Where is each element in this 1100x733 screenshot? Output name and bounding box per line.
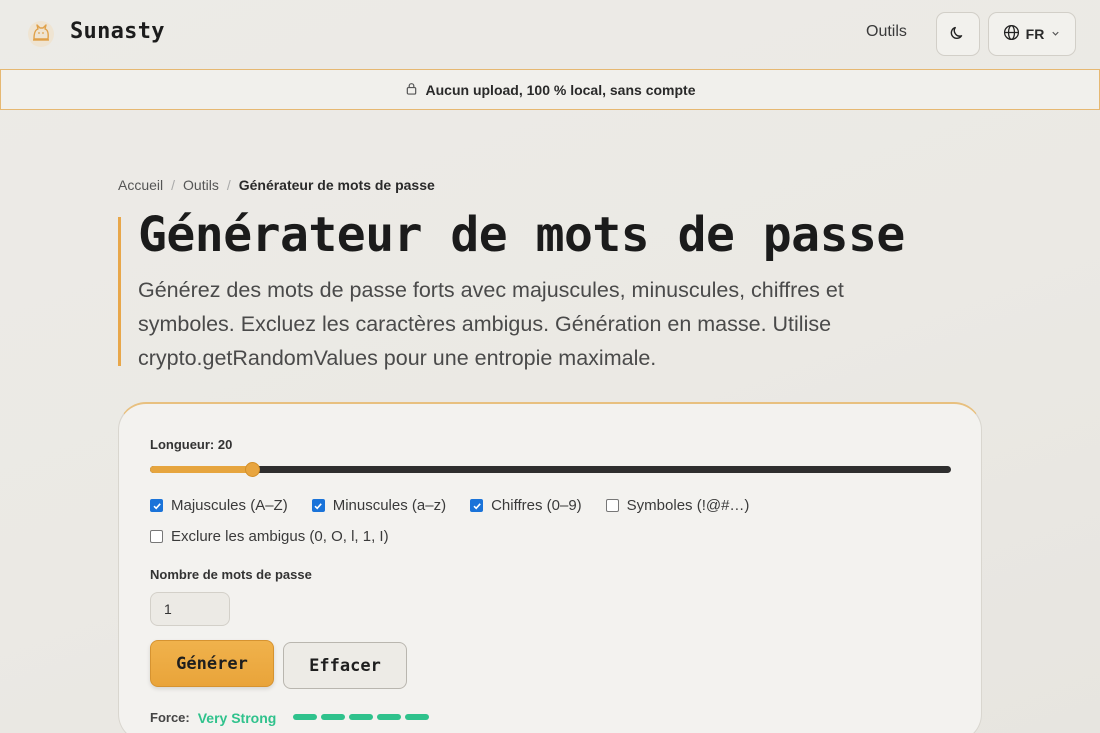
page-description: Générez des mots de passe forts avec maj… [138, 278, 844, 370]
breadcrumb-home[interactable]: Accueil [118, 177, 163, 193]
strength-bar [293, 714, 318, 720]
lock-icon [405, 82, 418, 98]
breadcrumb-current: Générateur de mots de passe [238, 177, 435, 193]
option-symbols[interactable]: Symboles (!@#…) [605, 497, 750, 514]
strength-value: Very Strong [197, 710, 277, 726]
site-header: Sunasty Outils FR [0, 0, 1100, 69]
count-input[interactable] [150, 592, 230, 626]
breadcrumb-separator: / [226, 177, 231, 193]
exclude-ambiguous-row: Exclure les ambigus (0, O, l, 1, I) [150, 528, 413, 545]
cat-logo-icon [24, 17, 58, 51]
clear-button[interactable]: Effacer [283, 642, 407, 689]
nav-link-tools[interactable]: Outils [866, 23, 907, 41]
breadcrumb: Accueil / Outils / Générateur de mots de… [118, 177, 435, 193]
option-lowercase-label: Minuscules (a–z) [332, 497, 447, 514]
language-label: FR [1025, 26, 1045, 42]
checkbox-lowercase[interactable] [311, 499, 325, 512]
hero-section: Générateur de mots de passe Générez des … [118, 211, 908, 370]
language-selector[interactable]: FR [988, 12, 1076, 56]
option-digits-label: Chiffres (0–9) [491, 497, 582, 514]
theme-toggle-button[interactable] [936, 12, 980, 56]
option-exclude-ambiguous-label: Exclure les ambigus (0, O, l, 1, I) [171, 528, 389, 545]
length-label: Longueur: 20 [150, 437, 233, 452]
banner-text: Aucun upload, 100 % local, sans compte [425, 81, 696, 98]
chevron-down-icon [1050, 26, 1061, 42]
strength-label: Force: [150, 709, 190, 725]
strength-bar [405, 714, 430, 720]
logo[interactable] [24, 17, 58, 51]
generate-button[interactable]: Générer [150, 640, 274, 687]
count-label: Nombre de mots de passe [150, 567, 312, 582]
option-uppercase-label: Majuscules (A–Z) [171, 497, 288, 514]
strength-bars [293, 714, 430, 720]
length-slider[interactable] [150, 462, 951, 477]
strength-meter: Force: Very Strong [150, 708, 430, 726]
globe-icon [1003, 24, 1020, 44]
strength-bar [349, 714, 374, 720]
checkbox-symbols[interactable] [605, 499, 619, 512]
option-exclude-ambiguous[interactable]: Exclure les ambigus (0, O, l, 1, I) [150, 528, 389, 545]
checkbox-exclude-ambiguous[interactable] [150, 530, 163, 543]
page-title: Générateur de mots de passe [138, 207, 905, 263]
strength-bar [377, 714, 402, 720]
brand-name[interactable]: Sunasty [70, 19, 165, 44]
length-slider-thumb[interactable] [245, 462, 260, 477]
option-digits[interactable]: Chiffres (0–9) [470, 497, 582, 514]
strength-bar [321, 714, 346, 720]
breadcrumb-tools[interactable]: Outils [183, 177, 219, 193]
generator-card: Longueur: 20 Majuscules (A–Z) Minuscules… [118, 402, 982, 733]
option-symbols-label: Symboles (!@#…) [626, 497, 750, 514]
checkbox-uppercase[interactable] [150, 499, 163, 512]
breadcrumb-separator: / [171, 177, 176, 193]
charset-options: Majuscules (A–Z) Minuscules (a–z) Chiffr… [150, 497, 773, 514]
length-slider-fill [150, 466, 253, 473]
moon-icon [950, 25, 966, 44]
checkbox-digits[interactable] [470, 499, 484, 512]
privacy-banner: Aucun upload, 100 % local, sans compte [0, 69, 1100, 110]
option-uppercase[interactable]: Majuscules (A–Z) [150, 497, 288, 514]
option-lowercase[interactable]: Minuscules (a–z) [311, 497, 447, 514]
